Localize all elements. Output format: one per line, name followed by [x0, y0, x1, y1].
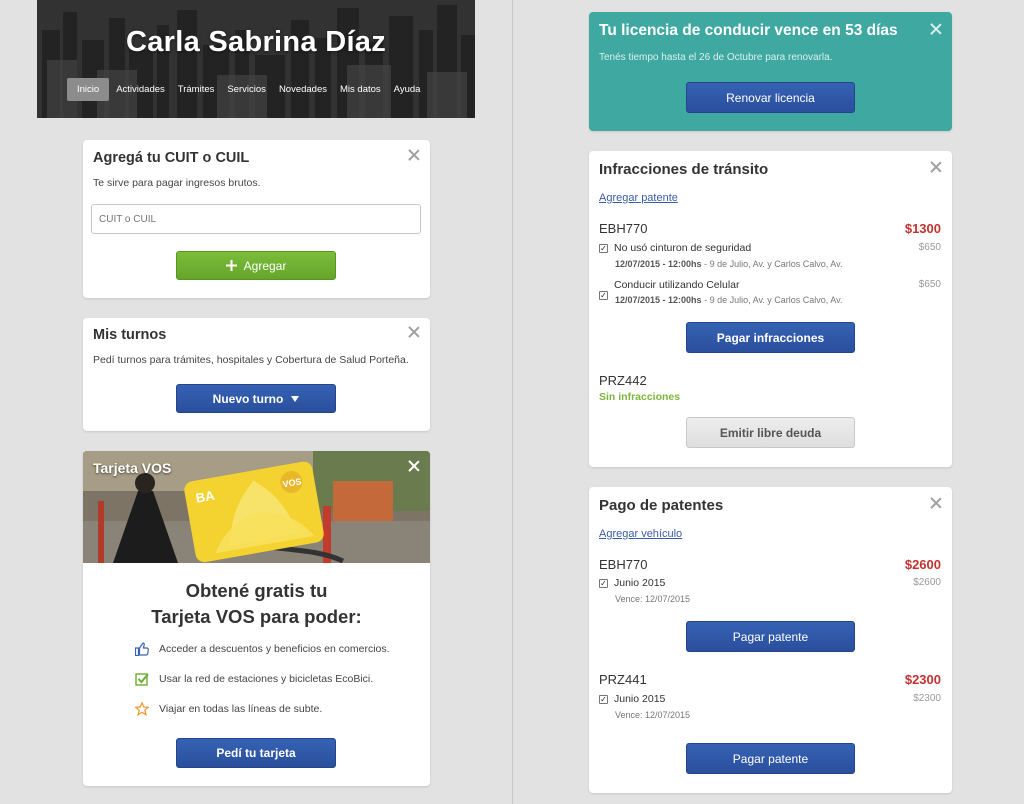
close-icon[interactable]	[930, 161, 942, 173]
profile-header: Carla Sabrina Díaz Inicio Actividades Tr…	[37, 0, 475, 118]
pay-patent-button[interactable]: Pagar patente	[686, 743, 855, 774]
vehicle-total-amount: $2600	[904, 557, 941, 572]
nav-item-ayuda[interactable]: Ayuda	[388, 79, 427, 100]
patent-item: ✓ Junio 2015	[599, 577, 665, 589]
infraction-amount: $650	[918, 279, 941, 290]
patent-period: Junio 2015	[614, 693, 666, 705]
vehicle-total-amount: $1300	[904, 221, 941, 236]
benefit-item: Usar la red de estaciones y bicicletas E…	[135, 672, 373, 686]
pay-patent-button-label: Pagar patente	[732, 751, 809, 766]
new-appointment-button[interactable]: Nuevo turno	[176, 384, 336, 413]
request-card-button[interactable]: Pedí tu tarjeta	[176, 738, 336, 768]
patent-checkbox[interactable]: ✓	[599, 579, 608, 588]
pay-infractions-button[interactable]: Pagar infracciones	[686, 322, 855, 353]
patent-period: Junio 2015	[614, 577, 666, 589]
new-appointment-button-label: Nuevo turno	[212, 391, 284, 406]
patent-due-date: Vence: 12/07/2015	[615, 594, 691, 604]
turnos-card-title: Mis turnos	[93, 327, 167, 343]
plus-icon	[225, 260, 237, 271]
close-icon[interactable]	[930, 23, 942, 35]
vehicle-total-amount: $2300	[904, 672, 941, 687]
pay-infractions-button-label: Pagar infracciones	[716, 330, 825, 345]
benefit-text: Usar la red de estaciones y bicicletas E…	[159, 673, 374, 685]
benefit-text: Acceder a descuentos y beneficios en com…	[159, 643, 390, 655]
patent-item: ✓ Junio 2015	[599, 693, 665, 705]
infraction-details: 12/07/2015 - 12:00hs - 9 de Julio, Av. y…	[615, 259, 842, 269]
pay-patent-button-label: Pagar patente	[732, 629, 809, 644]
infraction-label: Conducir utilizando Celular	[614, 279, 740, 291]
cuit-input[interactable]	[91, 204, 421, 234]
nav-item-tramites[interactable]: Trámites	[172, 79, 221, 100]
cuit-card-title: Agregá tu CUIT o CUIL	[93, 150, 250, 166]
nav-item-novedades[interactable]: Novedades	[273, 79, 333, 100]
close-icon[interactable]	[408, 460, 420, 472]
vehicle-plate: PRZ441	[599, 672, 647, 687]
vos-card-photo: BA VOS Tarjeta VOS	[83, 451, 430, 563]
infraction-place: - 9 de Julio, Av. y Carlos Calvo, Av.	[701, 259, 843, 269]
add-plate-link[interactable]: Agregar patente	[599, 192, 678, 204]
close-icon[interactable]	[408, 149, 420, 161]
benefit-item: Acceder a descuentos y beneficios en com…	[135, 642, 390, 656]
thumbs-up-icon	[135, 642, 149, 656]
caret-down-icon	[291, 395, 300, 402]
vehicle-plate: PRZ442	[599, 373, 647, 388]
cuit-card-description: Te sirve para pagar ingresos brutos.	[93, 177, 261, 189]
patents-card: Pago de patentes Agregar vehículo EBH770…	[589, 487, 952, 793]
patent-due-date: Vence: 12/07/2015	[615, 710, 691, 720]
column-divider	[512, 0, 513, 804]
vos-heading-line1: Obtené gratis tu	[185, 580, 328, 601]
patents-card-title: Pago de patentes	[599, 497, 724, 514]
benefit-item: Viajar en todas las líneas de subte.	[135, 702, 322, 716]
infraction-place: - 9 de Julio, Av. y Carlos Calvo, Av.	[701, 295, 843, 305]
request-card-button-label: Pedí tu tarjeta	[216, 746, 296, 760]
star-icon	[135, 702, 149, 716]
add-vehicle-link[interactable]: Agregar vehículo	[599, 528, 682, 540]
add-cuit-button-label: Agregar	[243, 258, 287, 273]
infractions-card: Infracciones de tránsito Agregar patente…	[589, 151, 952, 467]
add-cuit-button[interactable]: Agregar	[176, 251, 336, 280]
vos-card-title: Tarjeta VOS	[93, 460, 172, 476]
patent-amount: $2300	[913, 693, 941, 704]
nav-item-actividades[interactable]: Actividades	[110, 79, 171, 100]
turnos-card: Mis turnos Pedí turnos para trámites, ho…	[83, 318, 430, 431]
vehicle-plate: EBH770	[599, 557, 648, 572]
license-alert-description: Tenés tiempo hasta el 26 de Octubre para…	[599, 52, 833, 63]
nav-item-mis-datos[interactable]: Mis datos	[334, 79, 387, 100]
infraction-item: ✓ No usó cinturon de seguridad	[599, 242, 751, 254]
patent-checkbox[interactable]: ✓	[599, 695, 608, 704]
no-infractions-status: Sin infracciones	[599, 391, 681, 403]
cuit-card: Agregá tu CUIT o CUIL Te sirve para paga…	[83, 140, 430, 298]
infraction-date: 12/07/2015 - 12:00hs	[615, 295, 702, 305]
infraction-label: No usó cinturon de seguridad	[614, 242, 752, 254]
close-icon[interactable]	[408, 326, 420, 338]
license-alert-card: Tu licencia de conducir vence en 53 días…	[589, 12, 952, 131]
patent-amount: $2600	[913, 577, 941, 588]
renew-license-button[interactable]: Renovar licencia	[686, 82, 855, 113]
vos-card: BA VOS Tarjeta VOS Obtené gratis tu Tarj…	[83, 451, 430, 786]
license-alert-title: Tu licencia de conducir vence en 53 días	[599, 22, 898, 39]
infraction-checkbox[interactable]: ✓	[599, 244, 608, 253]
checkbox-icon	[135, 673, 149, 686]
pay-patent-button[interactable]: Pagar patente	[686, 621, 855, 652]
debt-free-certificate-button[interactable]: Emitir libre deuda	[686, 417, 855, 448]
infraction-details: 12/07/2015 - 12:00hs - 9 de Julio, Av. y…	[615, 295, 842, 305]
infraction-amount: $650	[918, 242, 941, 253]
close-icon[interactable]	[930, 497, 942, 509]
vehicle-plate: EBH770	[599, 221, 648, 236]
debt-free-certificate-button-label: Emitir libre deuda	[719, 425, 822, 440]
vos-heading-line2: Tarjeta VOS para poder:	[151, 606, 362, 627]
infractions-card-title: Infracciones de tránsito	[599, 161, 769, 178]
renew-license-button-label: Renovar licencia	[726, 90, 815, 105]
infraction-checkbox[interactable]: ✓	[599, 291, 608, 300]
nav-item-inicio[interactable]: Inicio	[67, 78, 110, 101]
nav-item-servicios[interactable]: Servicios	[221, 79, 272, 100]
turnos-card-description: Pedí turnos para trámites, hospitales y …	[93, 354, 409, 366]
infraction-date: 12/07/2015 - 12:00hs	[615, 259, 702, 269]
user-name: Carla Sabrina Díaz	[125, 26, 387, 58]
main-nav: Inicio Actividades Trámites Servicios No…	[67, 78, 427, 101]
benefit-text: Viajar en todas las líneas de subte.	[159, 703, 323, 715]
